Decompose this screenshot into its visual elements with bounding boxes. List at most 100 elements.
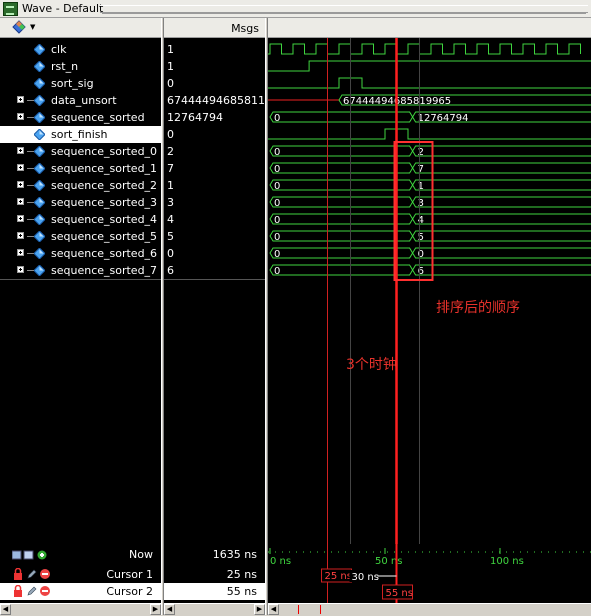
- signal-row[interactable]: sequence_sorted_4: [0, 211, 161, 228]
- bus-old-value: 0: [274, 164, 280, 175]
- bus-old-value: 0: [274, 181, 280, 192]
- signal-row[interactable]: sequence_sorted_6: [0, 245, 161, 262]
- signal-row[interactable]: sequence_sorted_2: [0, 177, 161, 194]
- signal-diamond-icon: [34, 163, 45, 174]
- expand-toggle-icon[interactable]: [17, 198, 24, 205]
- bus-new-segment: [412, 179, 591, 191]
- signal-value-row[interactable]: 7: [164, 160, 265, 177]
- header-dropdown-icon[interactable]: ▼: [30, 23, 35, 31]
- bus-new-value: 6: [418, 266, 424, 277]
- bus-new-segment: [412, 264, 591, 276]
- bus-new-segment: [412, 230, 591, 242]
- signal-row[interactable]: data_unsort: [0, 92, 161, 109]
- ruler-tick-label: 50 ns: [375, 556, 402, 567]
- pencil-icon[interactable]: [27, 586, 37, 596]
- signal-name: sequence_sorted_5: [51, 230, 158, 243]
- scroll-left-button[interactable]: ◀: [164, 604, 175, 615]
- bus-new-value: 2: [418, 147, 424, 158]
- scroll-left-button[interactable]: ◀: [0, 604, 11, 615]
- signal-row[interactable]: clk: [0, 41, 161, 58]
- signal-value-row[interactable]: 5: [164, 228, 265, 245]
- annotation-three-clocks: 3个时钟: [346, 357, 397, 373]
- signal-value-row[interactable]: 1: [164, 41, 265, 58]
- signal-value-row[interactable]: 0: [164, 75, 265, 92]
- values-hscrollbar[interactable]: ◀ ▶: [164, 603, 265, 616]
- signal-row[interactable]: sequence_sorted_3: [0, 194, 161, 211]
- expand-toggle-icon[interactable]: [17, 96, 24, 103]
- cursor-value: 55 ns: [226, 585, 257, 598]
- signal-value: 12764794: [167, 111, 223, 124]
- expand-toggle-icon[interactable]: [17, 266, 24, 273]
- rst-n-waveform: [268, 60, 591, 72]
- waveform-pane[interactable]: 6744449468581996501276479402070103040500…: [268, 18, 591, 544]
- bus-new-segment: [412, 247, 591, 259]
- signal-value-row[interactable]: 3: [164, 194, 265, 211]
- signal-value-row[interactable]: 12764794: [164, 109, 265, 126]
- wave-toolbar-icons[interactable]: [12, 549, 50, 561]
- signal-diamond-icon: [34, 180, 45, 191]
- signal-value-row[interactable]: 0: [164, 245, 265, 262]
- wave-window-icon: [3, 2, 18, 16]
- signal-value: 5: [167, 230, 174, 243]
- signal-diamond-icon: [34, 248, 45, 259]
- signal-row[interactable]: sequence_sorted_5: [0, 228, 161, 245]
- waveform-canvas[interactable]: 6744449468581996501276479402070103040500…: [268, 38, 591, 544]
- scroll-right-button[interactable]: ▶: [150, 604, 161, 615]
- signal-row[interactable]: sequence_sorted_1: [0, 160, 161, 177]
- signal-row[interactable]: sort_finish: [0, 126, 161, 143]
- expand-toggle-icon[interactable]: [17, 232, 24, 239]
- signal-value-row[interactable]: 0: [164, 126, 265, 143]
- signal-row[interactable]: rst_n: [0, 58, 161, 75]
- delta-time: 30 ns: [352, 572, 379, 583]
- signal-diamond-icon: [34, 61, 45, 72]
- names-header: ▼: [0, 18, 161, 38]
- scroll-right-button[interactable]: ▶: [254, 604, 265, 615]
- signal-diamond-icon: [34, 78, 45, 89]
- signal-value: 0: [167, 77, 174, 90]
- signal-name: data_unsort: [51, 94, 117, 107]
- signal-name: sequence_sorted: [51, 111, 145, 124]
- signal-row[interactable]: sequence_sorted: [0, 109, 161, 126]
- signal-row[interactable]: sequence_sorted_7: [0, 262, 161, 279]
- bus-old-segment: [269, 213, 414, 225]
- signal-value-row[interactable]: 2: [164, 143, 265, 160]
- bus-old-value: 0: [274, 147, 280, 158]
- expand-toggle-icon[interactable]: [17, 113, 24, 120]
- cursor-row[interactable]: Cursor 1: [0, 566, 161, 583]
- signal-value-row[interactable]: 67444494685811...: [164, 92, 275, 109]
- signal-row[interactable]: sort_sig: [0, 75, 161, 92]
- cursor-row[interactable]: Cursor 2: [0, 583, 161, 600]
- signal-value: 3: [167, 196, 174, 209]
- expand-toggle-icon[interactable]: [17, 164, 24, 171]
- signal-value: 4: [167, 213, 174, 226]
- names-hscrollbar[interactable]: ◀ ▶: [0, 603, 161, 616]
- lock-icon[interactable]: [13, 585, 23, 597]
- delete-cursor-icon[interactable]: [40, 586, 50, 596]
- signal-value-row[interactable]: 1: [164, 177, 265, 194]
- signal-value-row[interactable]: 1: [164, 58, 265, 75]
- cursor-value-row[interactable]: 55 ns: [164, 583, 265, 600]
- signal-row[interactable]: sequence_sorted_0: [0, 143, 161, 160]
- signal-value-row[interactable]: 6: [164, 262, 265, 279]
- signal-name: rst_n: [51, 60, 79, 73]
- now-value: 1635 ns: [212, 548, 257, 561]
- expand-toggle-icon[interactable]: [17, 249, 24, 256]
- bus-new-value: 5: [418, 232, 424, 243]
- lock-icon[interactable]: [13, 568, 23, 580]
- pencil-icon[interactable]: [27, 569, 37, 579]
- signal-group-icon[interactable]: [12, 20, 26, 34]
- expand-toggle-icon[interactable]: [17, 147, 24, 154]
- titlebar-grip[interactable]: [100, 5, 588, 13]
- cursor-1-time: 25 ns: [325, 571, 352, 582]
- waves-hscrollbar[interactable]: ◀: [268, 603, 591, 616]
- bus-new-segment: [412, 145, 591, 157]
- annotation-sorted-order: 排序后的顺序: [436, 300, 520, 316]
- scroll-left-button[interactable]: ◀: [268, 604, 279, 615]
- expand-toggle-icon[interactable]: [17, 181, 24, 188]
- cursor-value-row[interactable]: 25 ns: [164, 566, 265, 583]
- timeline-panel[interactable]: 0 ns 50 ns 100 ns 25 ns 30 ns 55 ns: [268, 544, 591, 603]
- delete-cursor-icon[interactable]: [40, 569, 50, 579]
- signal-value-row[interactable]: 4: [164, 211, 265, 228]
- timeline-ruler[interactable]: 0 ns 50 ns 100 ns 25 ns 30 ns 55 ns: [268, 544, 591, 603]
- expand-toggle-icon[interactable]: [17, 215, 24, 222]
